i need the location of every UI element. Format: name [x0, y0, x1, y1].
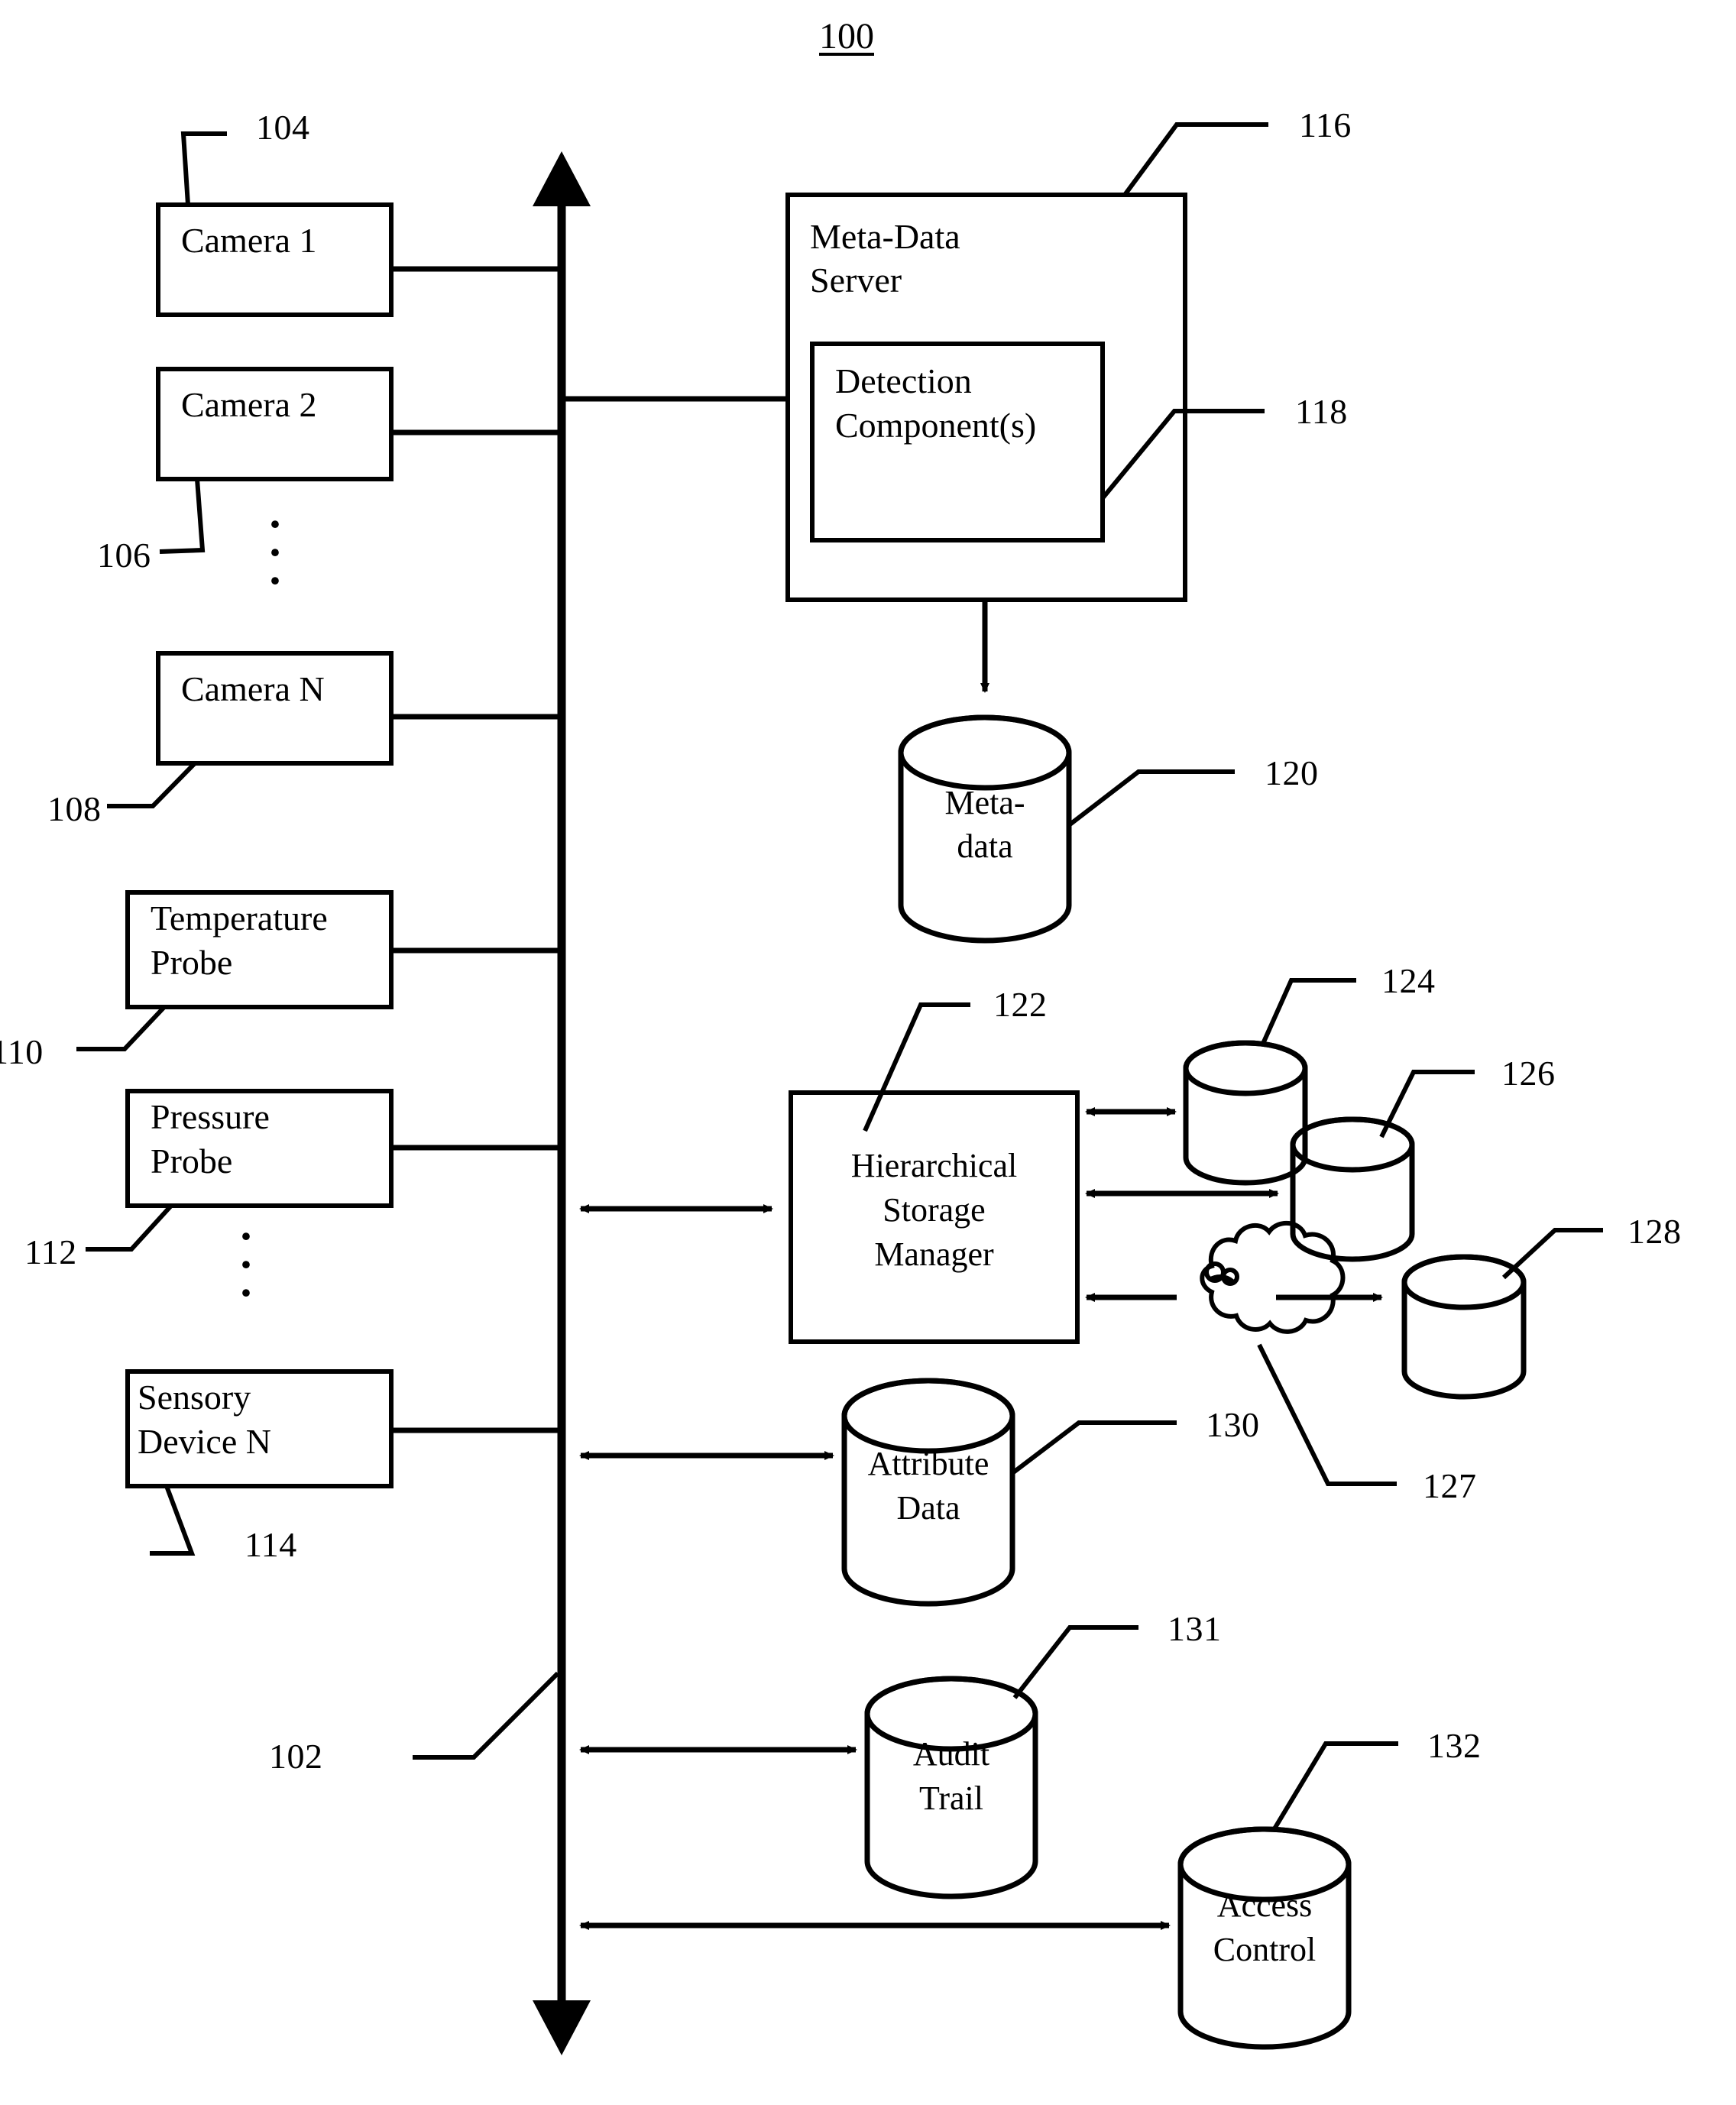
reference-numeral-122: 122 — [993, 985, 1048, 1024]
detection-component-label-line2: Component(s) — [835, 406, 1037, 445]
patent-figure-page: 100 Camera 1 Camera 2 Camera N Temperatu… — [0, 0, 1736, 2105]
hsm-label-line3: Manager — [874, 1235, 994, 1273]
detection-component-label-line1: Detection — [835, 361, 972, 400]
access-store-label-line1: Access — [1216, 1886, 1313, 1924]
sensor-box-label-pressure-probe-line2: Probe — [151, 1142, 233, 1180]
reference-leader-124 — [1260, 978, 1356, 1047]
reference-numeral-126: 126 — [1501, 1054, 1556, 1093]
reference-numeral-112: 112 — [24, 1232, 77, 1271]
sensor-box-label-camera-2: Camera 2 — [181, 385, 317, 424]
reference-leader-122 — [863, 1002, 970, 1132]
reference-numeral-132: 132 — [1427, 1726, 1482, 1765]
figure-number: 100 — [819, 16, 874, 57]
ellipsis-sensors: · · · — [238, 1211, 254, 1319]
reference-numeral-116: 116 — [1299, 105, 1352, 144]
hsm-label-line2: Storage — [883, 1191, 986, 1229]
access-store-label-line2: Control — [1213, 1931, 1317, 1968]
diagram-canvas — [76, 122, 1603, 2055]
sensor-box-label-camera-n: Camera N — [181, 669, 325, 708]
reference-numeral-108: 108 — [47, 789, 102, 828]
reference-numeral-124: 124 — [1381, 961, 1436, 1000]
sensor-box-label-temperature-probe-line1: Temperature — [151, 899, 328, 938]
sensor-box-label-temperature-probe-line2: Probe — [151, 943, 233, 982]
reference-numeral-120: 120 — [1265, 753, 1319, 792]
sensor-box-label-camera-1: Camera 1 — [181, 221, 317, 260]
tier-cylinder-124 — [1183, 1040, 1308, 1186]
audit-store-label-line2: Trail — [919, 1780, 983, 1817]
metadata-server-title-line1: Meta-Data — [810, 217, 960, 256]
reference-leader-102 — [413, 1671, 560, 1760]
reference-leader-131 — [1012, 1625, 1138, 1699]
attribute-store-label-line2: Data — [896, 1489, 960, 1527]
sensor-box-label-pressure-probe-line1: Pressure — [151, 1097, 270, 1136]
attribute-store-label-line1: Attribute — [867, 1445, 989, 1482]
reference-numeral-110: 110 — [0, 1032, 44, 1071]
ellipsis-cameras: · · · — [267, 499, 283, 607]
system-bus-line — [533, 151, 591, 2055]
reference-leaders-sensors — [76, 131, 227, 1556]
sensor-box-label-sensory-device-n-line2: Device N — [138, 1422, 271, 1461]
reference-numeral-128: 128 — [1628, 1212, 1682, 1251]
sensor-box-label-sensory-device-n-line1: Sensory — [138, 1378, 251, 1417]
network-cloud-shape — [1200, 1220, 1346, 1334]
metadata-store-label-line1: Meta- — [944, 784, 1025, 821]
reference-leader-132 — [1271, 1741, 1398, 1831]
reference-numeral-130: 130 — [1206, 1405, 1260, 1444]
reference-leader-127 — [1257, 1343, 1397, 1486]
reference-numeral-102: 102 — [269, 1737, 323, 1776]
audit-store-label-line1: Audit — [912, 1735, 990, 1773]
reference-numeral-106: 106 — [97, 536, 151, 575]
reference-numeral-127: 127 — [1423, 1466, 1477, 1505]
reference-numeral-114: 114 — [245, 1525, 297, 1564]
sensor-bus-connectors — [391, 266, 562, 1433]
hsm-label-line1: Hierarchical — [850, 1147, 1018, 1184]
reference-numeral-118: 118 — [1295, 392, 1348, 431]
reference-leader-120 — [1067, 769, 1235, 827]
reference-numeral-131: 131 — [1168, 1609, 1222, 1648]
tier-cylinder-126 — [1290, 1116, 1415, 1262]
metadata-server-title-line2: Server — [810, 261, 902, 300]
metadata-store-label-line2: data — [957, 827, 1013, 865]
reference-numeral-104: 104 — [256, 108, 310, 147]
reference-leader-130 — [1011, 1420, 1177, 1475]
